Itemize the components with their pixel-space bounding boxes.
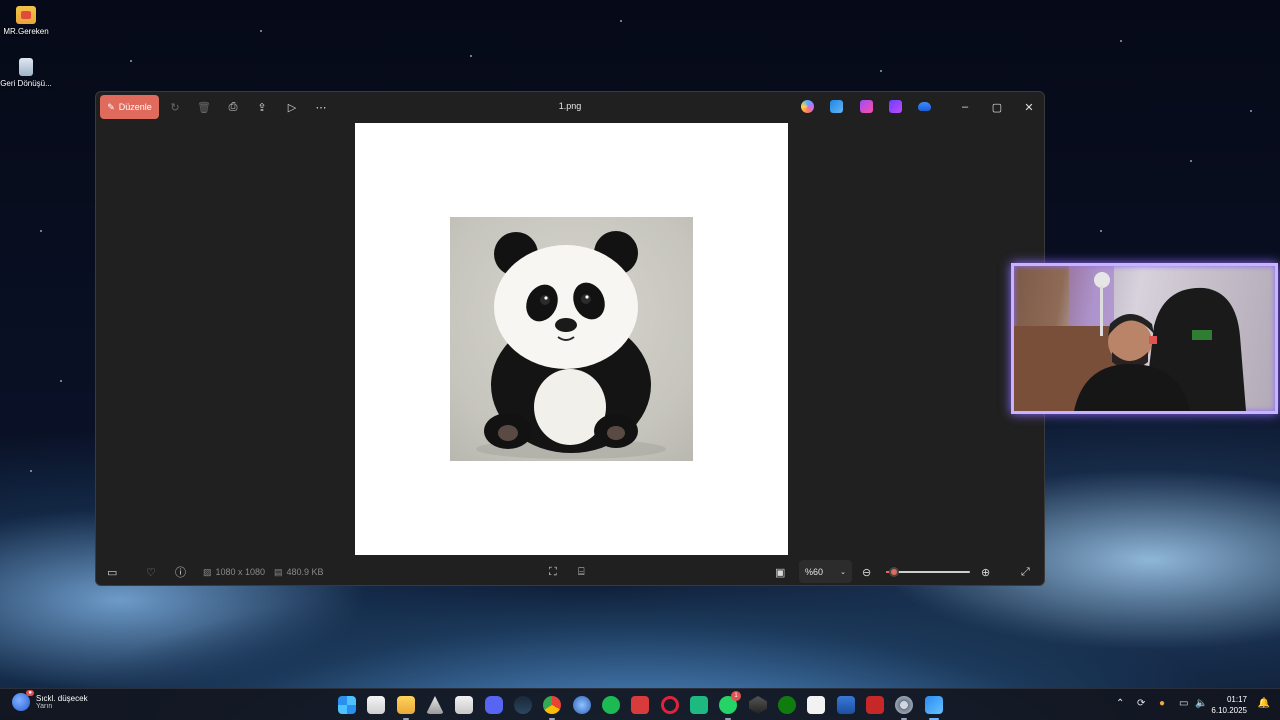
app-icon[interactable] — [455, 696, 473, 714]
zoom-dropdown[interactable]: %60 ⌄ — [799, 560, 852, 583]
clipchamp-icon[interactable] — [860, 100, 873, 113]
file-size-icon: ▤ — [274, 566, 283, 577]
desktop-icon-label: Geri Dönüşü... — [0, 79, 52, 88]
volume-icon[interactable]: 🔈 — [1195, 698, 1207, 709]
file-size-label: 480.9 KB — [286, 567, 324, 577]
chevron-up-icon[interactable]: ⌃ — [1116, 698, 1124, 709]
panda-illustration — [476, 231, 666, 459]
app-icon[interactable] — [749, 696, 767, 714]
favorite-icon[interactable]: ♡ — [146, 564, 156, 580]
copilot-icon[interactable] — [801, 100, 814, 113]
network-icon[interactable]: ▭ — [1179, 698, 1188, 709]
chevron-down-icon: ⌄ — [840, 568, 846, 576]
image-size-icon: ▨ — [203, 566, 212, 577]
notification-bell-icon[interactable]: 🔔 — [1258, 698, 1270, 709]
desktop-icon-label: MR.Gereken — [3, 27, 49, 36]
clock[interactable]: 01:17 6.10.2025 — [1211, 694, 1247, 716]
dimensions-info: ▨ 1080 x 1080 — [203, 564, 265, 580]
webcam-feed — [1014, 266, 1246, 411]
text-scan-icon[interactable]: ⌸ — [578, 564, 585, 580]
panda-photo — [450, 217, 693, 461]
opera-icon[interactable] — [661, 696, 679, 714]
photos-editor-icon[interactable] — [830, 100, 843, 113]
steam-icon[interactable] — [514, 696, 532, 714]
folder-red-icon — [16, 6, 36, 24]
microphone-icon[interactable]: ● — [1159, 698, 1165, 709]
file-size-info: ▤ 480.9 KB — [274, 564, 324, 580]
notification-badge: 1 — [731, 691, 741, 701]
capcut-icon[interactable] — [807, 696, 825, 714]
webcam-overlay — [1011, 263, 1278, 414]
sync-icon[interactable]: ⟳ — [1137, 698, 1145, 709]
zoom-level: %60 — [805, 566, 824, 577]
zoom-slider-thumb[interactable] — [889, 567, 900, 577]
fit-to-window-icon[interactable]: ▣ — [775, 564, 785, 580]
title-bar: ✎ Düzenle ↻ 🗑 ⎙ ⇪ ▷ ⋯ 1.png – ▢ ✕ — [96, 92, 1044, 122]
designer-icon[interactable] — [889, 100, 902, 113]
fullscreen-icon[interactable]: ⤢ — [1021, 564, 1030, 580]
maximize-icon[interactable]: ▢ — [987, 98, 1007, 116]
clock-date: 6.10.2025 — [1211, 706, 1247, 715]
app-icon[interactable] — [690, 696, 708, 714]
photos-window: ✎ Düzenle ↻ 🗑 ⎙ ⇪ ▷ ⋯ 1.png – ▢ ✕ ▭ ♡ ⓘ … — [95, 91, 1045, 586]
zoom-out-icon[interactable]: ⊖ — [862, 564, 871, 580]
bottom-bar: ▭ ♡ ⓘ ▨ 1080 x 1080 ▤ 480.9 KB ⛶ ⌸ ▣ %60… — [96, 557, 1044, 585]
photos-icon[interactable] — [925, 696, 943, 720]
spotify-icon[interactable] — [602, 696, 620, 714]
whatsapp-icon[interactable]: 1 — [719, 691, 741, 720]
file-explorer-icon[interactable] — [397, 696, 415, 720]
close-icon[interactable]: ✕ — [1019, 98, 1039, 116]
filmstrip-icon[interactable]: ▭ — [107, 564, 117, 580]
weather-line1: Sıckl. düşecek — [36, 694, 88, 703]
taskbar: ● Sıckl. düşecek Yarın 1 ⌃ ⟳ ● ▭ 🔈 01:17… — [0, 688, 1280, 720]
settings-icon[interactable] — [895, 696, 913, 720]
app-icon[interactable] — [631, 696, 649, 714]
zoom-slider[interactable] — [886, 567, 970, 577]
weather-line2: Yarın — [36, 703, 53, 710]
windows-start-icon[interactable] — [338, 696, 356, 714]
weather-widget[interactable]: ● Sıckl. düşecek Yarın — [12, 690, 88, 711]
desktop-icon-recycle-bin[interactable]: Geri Dönüşü... — [0, 58, 52, 88]
xbox-icon[interactable] — [778, 696, 796, 714]
app-icon[interactable] — [866, 696, 884, 714]
desktop-icon-mr-gereken[interactable]: MR.Gereken — [0, 6, 52, 36]
clock-time: 01:17 — [1226, 695, 1247, 704]
minimize-icon[interactable]: – — [955, 98, 975, 116]
app-icon[interactable] — [837, 696, 855, 714]
image-canvas[interactable] — [355, 123, 788, 555]
zoom-in-icon[interactable]: ⊕ — [981, 564, 990, 580]
visual-search-icon[interactable]: ⛶ — [549, 564, 557, 580]
app-icon[interactable] — [426, 696, 444, 714]
info-icon[interactable]: ⓘ — [175, 564, 186, 580]
app-icon[interactable] — [573, 696, 591, 714]
weather-icon: ● — [12, 690, 34, 711]
recycle-bin-icon — [19, 58, 33, 76]
onedrive-icon[interactable] — [918, 102, 931, 111]
discord-icon[interactable] — [485, 696, 503, 714]
dimensions-label: 1080 x 1080 — [215, 567, 266, 577]
chrome-icon[interactable] — [543, 696, 561, 720]
microsoft-store-icon[interactable] — [367, 696, 385, 714]
